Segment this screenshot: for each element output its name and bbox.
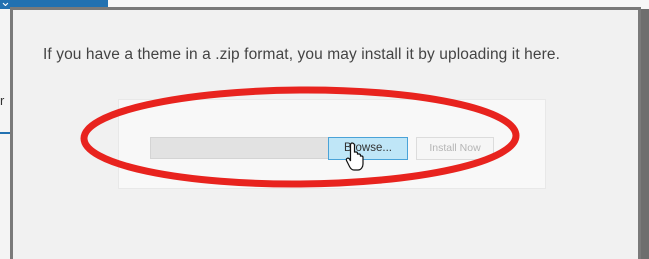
upload-form: Browse... Install Now: [118, 99, 546, 189]
background-active-underline: [0, 132, 10, 134]
install-now-button[interactable]: Install Now: [416, 137, 494, 160]
file-path-field[interactable]: [150, 137, 330, 159]
background-partial-text: r: [0, 93, 5, 108]
upload-help-text: If you have a theme in a .zip format, yo…: [43, 46, 560, 63]
browse-button[interactable]: Browse...: [328, 137, 408, 160]
upload-theme-panel: If you have a theme in a .zip format, yo…: [10, 7, 641, 259]
